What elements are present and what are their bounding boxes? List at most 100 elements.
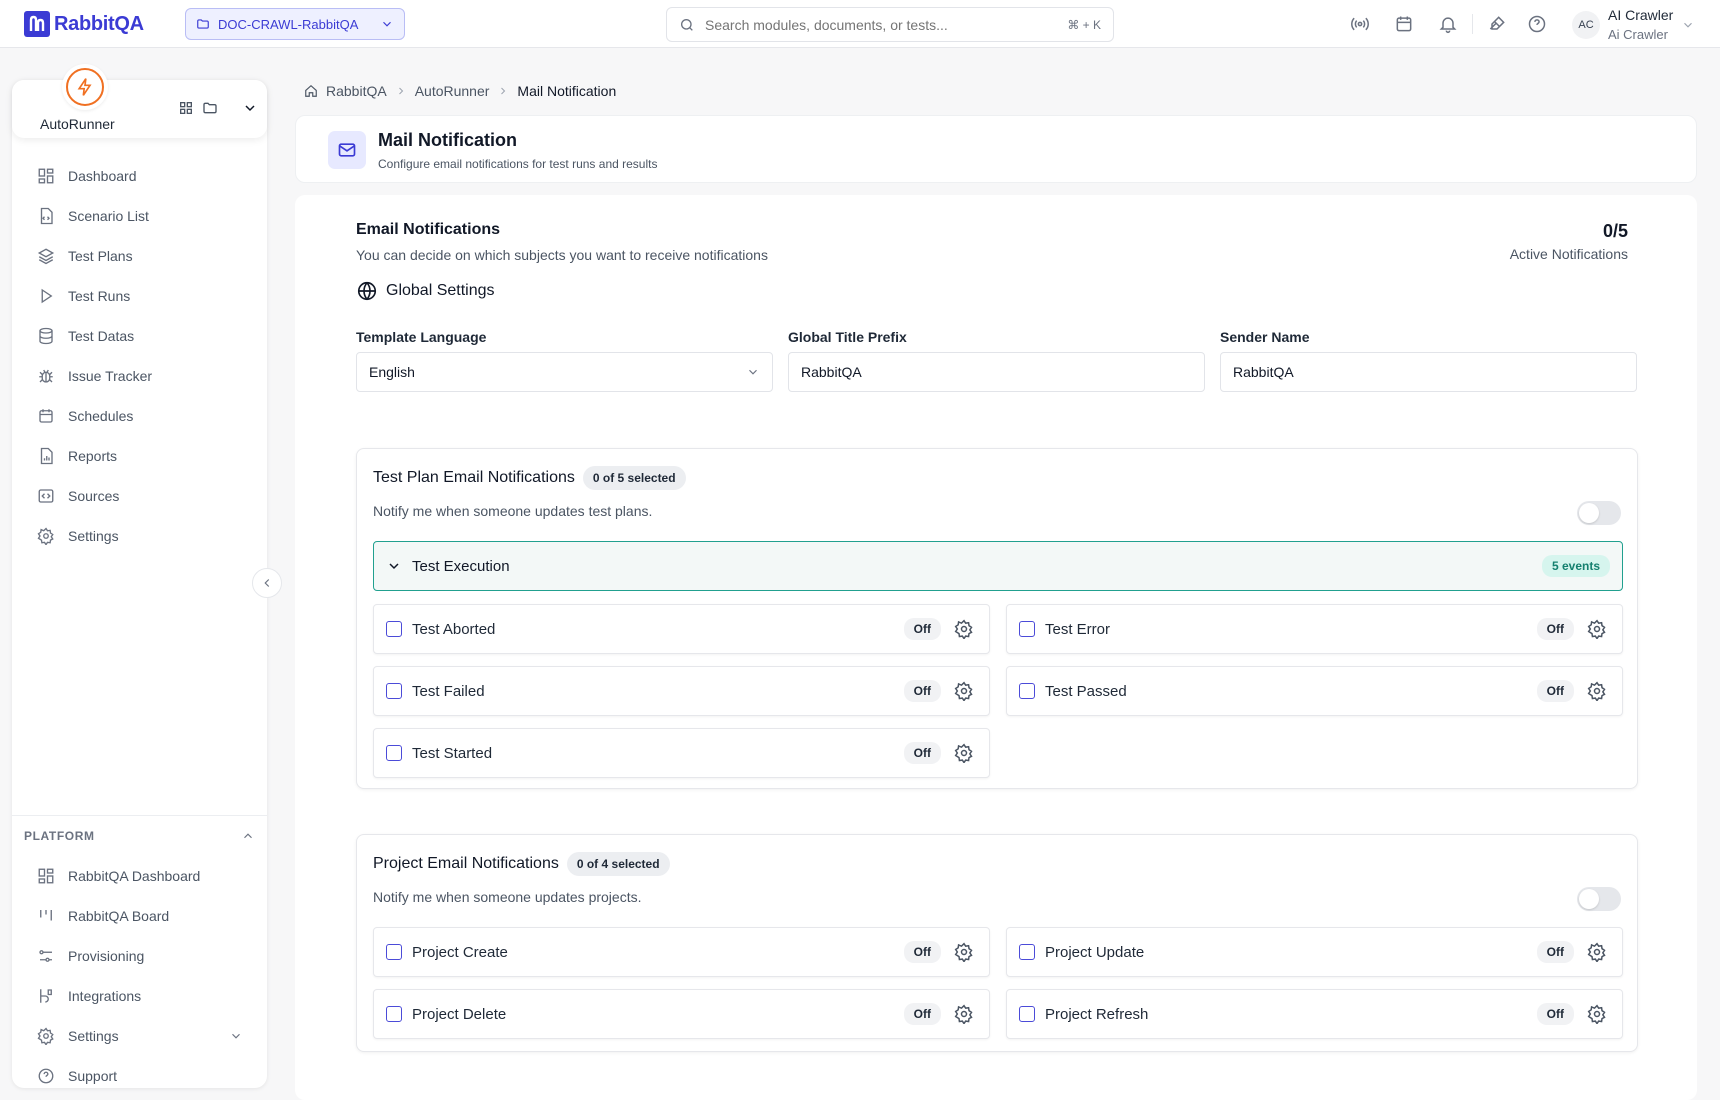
main-content: Email Notifications You can decide on wh… [295, 195, 1697, 1100]
help-icon[interactable] [1525, 12, 1549, 36]
checkbox[interactable] [386, 944, 402, 960]
sidebar-item-integrations[interactable]: Integrations [12, 976, 267, 1016]
app-logo[interactable]: RabbitQA [24, 11, 144, 37]
test-plan-toggle[interactable] [1577, 501, 1621, 525]
collapse-sidebar-button[interactable] [252, 568, 282, 598]
active-count: 0/5 [1602, 221, 1628, 241]
sender-name-input[interactable] [1233, 364, 1624, 380]
report-icon [36, 446, 56, 466]
sidebar-item-label: Reports [68, 448, 118, 464]
folder-icon[interactable] [202, 100, 218, 116]
gear-icon[interactable] [951, 1001, 977, 1027]
gear-icon[interactable] [951, 939, 977, 965]
sidebar-item-label: Test Plans [68, 248, 133, 264]
user-name: AI Crawler [1608, 7, 1674, 23]
sliders-icon [36, 946, 56, 966]
global-settings-label: Global Settings [386, 282, 495, 299]
sidebar-item-test-plans[interactable]: Test Plans [12, 236, 267, 276]
module-switcher[interactable]: AutoRunner [12, 64, 267, 138]
search-input[interactable] [705, 16, 1058, 33]
sidebar-item-support[interactable]: Support [12, 1056, 267, 1096]
checkbox[interactable] [386, 683, 402, 699]
active-count-label: Active Notifications [1509, 246, 1628, 262]
mail-icon [328, 131, 366, 169]
sidebar-item-issue-tracker[interactable]: Issue Tracker [12, 356, 267, 396]
notification-project-delete: Project Delete Off [373, 989, 990, 1039]
checkbox[interactable] [386, 621, 402, 637]
palette-icon[interactable] [1485, 12, 1509, 36]
notification-project-refresh: Project Refresh Off [1006, 989, 1623, 1039]
status-badge: Off [903, 941, 941, 963]
sidebar-item-label: RabbitQA Dashboard [68, 868, 201, 884]
project-toggle[interactable] [1577, 887, 1621, 911]
test-plan-notifications-section: Test Plan Email Notifications 0 of 5 sel… [356, 448, 1638, 789]
platform-section: PLATFORM RabbitQA Dashboard RabbitQA Boa… [12, 815, 267, 1096]
checkbox[interactable] [1019, 1006, 1035, 1022]
sidebar-item-schedules[interactable]: Schedules [12, 396, 267, 436]
status-badge: Off [903, 618, 941, 640]
sidebar-item-rabbitqa-board[interactable]: RabbitQA Board [12, 896, 267, 936]
sidebar-item-label: Dashboard [68, 168, 137, 184]
status-badge: Off [903, 680, 941, 702]
user-menu[interactable]: AC AI Crawler Ai Crawler [1572, 5, 1695, 45]
bell-icon[interactable] [1436, 12, 1460, 36]
active-notifications-counter: 0/5 Active Notifications [1510, 221, 1628, 262]
sidebar-item-label: Test Datas [68, 328, 135, 344]
section-header: Project Email Notifications 0 of 4 selec… [373, 852, 670, 876]
sidebar-item-settings[interactable]: Settings [12, 516, 267, 556]
project-selector[interactable]: DOC-CRAWL-RabbitQA [185, 8, 405, 40]
checkbox[interactable] [386, 745, 402, 761]
section-title: Project Email Notifications [373, 855, 559, 872]
notification-label: Project Delete [412, 1005, 507, 1023]
sidebar-item-rabbitqa-dashboard[interactable]: RabbitQA Dashboard [12, 856, 267, 896]
search-icon [679, 17, 695, 33]
sidebar-item-scenario-list[interactable]: Scenario List [12, 196, 267, 236]
gear-icon[interactable] [951, 740, 977, 766]
gear-icon[interactable] [1584, 678, 1610, 704]
sidebar-item-test-datas[interactable]: Test Datas [12, 316, 267, 356]
gear-icon[interactable] [951, 616, 977, 642]
sidebar-item-sources[interactable]: Sources [12, 476, 267, 516]
sidebar-item-test-runs[interactable]: Test Runs [12, 276, 267, 316]
page-title: Mail Notification [378, 130, 517, 150]
play-icon [36, 286, 56, 306]
chevron-down-icon[interactable] [242, 100, 258, 116]
checkbox[interactable] [1019, 683, 1035, 699]
broadcast-icon[interactable] [1348, 12, 1372, 36]
gear-icon[interactable] [1584, 939, 1610, 965]
platform-header[interactable]: PLATFORM [12, 816, 267, 856]
title-prefix-input[interactable] [801, 364, 1192, 380]
test-execution-group[interactable]: Test Execution 5 events [373, 541, 1623, 591]
status-badge: Off [1536, 618, 1574, 640]
checkbox[interactable] [1019, 621, 1035, 637]
page-subtitle: Configure email notifications for test r… [378, 157, 658, 171]
gear-icon[interactable] [1584, 616, 1610, 642]
checkbox[interactable] [386, 1006, 402, 1022]
divider [1472, 14, 1473, 34]
breadcrumb-module[interactable]: AutoRunner [415, 83, 490, 99]
board-icon [36, 906, 56, 926]
app-name: RabbitQA [54, 12, 144, 35]
dashboard-icon [36, 866, 56, 886]
gear-icon[interactable] [951, 678, 977, 704]
sidebar-item-platform-settings[interactable]: Settings [12, 1016, 267, 1056]
status-badge: Off [1536, 680, 1574, 702]
calendar-icon[interactable] [1392, 12, 1416, 36]
group-label: Test Execution [412, 557, 510, 575]
sidebar-item-label: Support [68, 1068, 118, 1084]
sidebar-item-provisioning[interactable]: Provisioning [12, 936, 267, 976]
bug-icon [36, 366, 56, 386]
grid-icon[interactable] [178, 100, 194, 116]
breadcrumb-home[interactable]: RabbitQA [326, 83, 387, 99]
checkbox[interactable] [1019, 944, 1035, 960]
global-search[interactable]: ⌘ + K [666, 7, 1114, 42]
template-language-select[interactable]: English [356, 352, 773, 392]
sidebar-item-dashboard[interactable]: Dashboard [12, 156, 267, 196]
selected-count-badge: 0 of 5 selected [582, 466, 686, 490]
sidebar-item-label: Issue Tracker [68, 368, 153, 384]
section-subtitle: You can decide on which subjects you wan… [356, 247, 768, 263]
gear-icon[interactable] [1584, 1001, 1610, 1027]
module-badge [62, 64, 108, 110]
sidebar-item-reports[interactable]: Reports [12, 436, 267, 476]
page-header: Mail Notification Configure email notifi… [295, 115, 1697, 183]
